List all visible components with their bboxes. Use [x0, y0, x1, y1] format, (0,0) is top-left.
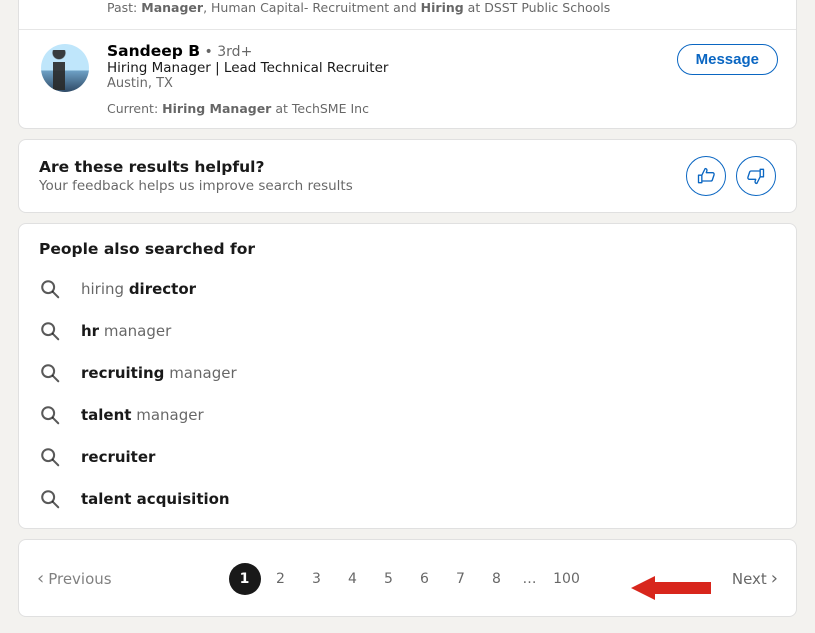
page-number[interactable]: 4: [337, 563, 369, 595]
page-number[interactable]: 8: [481, 563, 513, 595]
related-search-label: talent manager: [81, 406, 204, 424]
page-number[interactable]: 7: [445, 563, 477, 595]
next-link[interactable]: Next ›: [732, 570, 778, 588]
search-icon: [39, 320, 61, 342]
previous-link: ‹ Previous: [37, 570, 112, 588]
search-icon: [39, 362, 61, 384]
page-number[interactable]: 3: [301, 563, 333, 595]
feedback-actions: [686, 156, 776, 196]
result-name-link[interactable]: Sandeep B: [107, 42, 200, 60]
related-searches-card: People also searched for hiring director…: [18, 223, 797, 529]
result-degree: • 3rd+: [200, 44, 252, 60]
related-search-item[interactable]: talent manager: [39, 394, 776, 436]
related-search-label: hiring director: [81, 280, 196, 298]
related-heading: People also searched for: [39, 240, 776, 258]
search-icon: [39, 446, 61, 468]
result-location: Austin, TX: [107, 76, 780, 91]
thumbs-down-icon: [746, 166, 766, 186]
current-job-line: Current: Hiring Manager at TechSME Inc: [107, 101, 780, 116]
related-search-label: hr manager: [81, 322, 171, 340]
feedback-card: Are these results helpful? Your feedback…: [18, 139, 797, 213]
results-card: Past: Manager, Human Capital- Recruitmen…: [18, 0, 797, 129]
search-icon: [39, 278, 61, 300]
result-item: Sandeep B • 3rd+ Hiring Manager | Lead T…: [19, 29, 796, 128]
page-numbers: 12345678…100: [229, 563, 587, 595]
chevron-right-icon: ›: [771, 570, 778, 588]
page-number[interactable]: 1: [229, 563, 261, 595]
pagination-card: ‹ Previous 12345678…100 Next ›: [18, 539, 797, 617]
feedback-question: Are these results helpful?: [39, 158, 353, 176]
related-search-label: recruiting manager: [81, 364, 237, 382]
related-search-item[interactable]: hr manager: [39, 310, 776, 352]
related-search-item[interactable]: hiring director: [39, 268, 776, 310]
thumbs-up-button[interactable]: [686, 156, 726, 196]
related-search-item[interactable]: talent acquisition: [39, 478, 776, 520]
page-number[interactable]: 5: [373, 563, 405, 595]
search-icon: [39, 488, 61, 510]
result-item-prev-fragment: Past: Manager, Human Capital- Recruitmen…: [19, 0, 796, 29]
related-search-item[interactable]: recruiter: [39, 436, 776, 478]
page-number[interactable]: 2: [265, 563, 297, 595]
past-job-line: Past: Manager, Human Capital- Recruitmen…: [107, 0, 796, 29]
search-icon: [39, 404, 61, 426]
feedback-subtext: Your feedback helps us improve search re…: [39, 178, 353, 194]
page-number-last[interactable]: 100: [547, 563, 587, 595]
related-search-label: recruiter: [81, 448, 155, 466]
related-search-item[interactable]: recruiting manager: [39, 352, 776, 394]
annotation-arrow: [631, 572, 711, 608]
feedback-text: Are these results helpful? Your feedback…: [39, 158, 353, 194]
thumbs-down-button[interactable]: [736, 156, 776, 196]
related-search-label: talent acquisition: [81, 490, 230, 508]
avatar[interactable]: [41, 44, 89, 92]
thumbs-up-icon: [696, 166, 716, 186]
page-number[interactable]: 6: [409, 563, 441, 595]
message-button[interactable]: Message: [677, 44, 778, 75]
chevron-left-icon: ‹: [37, 570, 44, 588]
page-ellipsis: …: [517, 571, 543, 587]
